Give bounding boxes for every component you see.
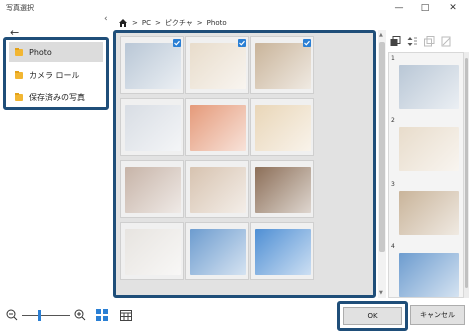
sidebar-item-label: カメラ ロール <box>29 70 80 80</box>
maximize-icon[interactable]: □ <box>412 1 438 15</box>
scroll-up-icon[interactable]: ▲ <box>379 32 383 38</box>
grid-view-icon[interactable] <box>96 309 108 321</box>
thumbnail-cat-lying[interactable] <box>250 160 314 218</box>
folder-sidebar: Photo カメラ ロール 保存済みの写真 <box>3 37 109 110</box>
photo-image <box>255 105 311 151</box>
breadcrumb-separator: > <box>196 19 203 27</box>
preview-thumbnail[interactable] <box>399 191 459 235</box>
breadcrumb-pictures[interactable]: ピクチャ <box>165 18 193 28</box>
sort-icon[interactable] <box>407 36 418 47</box>
deselect-icon[interactable] <box>424 36 435 47</box>
photo-image <box>255 167 311 213</box>
thumbnail-wedding-group[interactable] <box>120 36 184 94</box>
grid-scrollbar[interactable]: ▲ ▼ <box>378 30 386 298</box>
folder-icon <box>15 71 23 79</box>
photo-image <box>190 167 246 213</box>
preview-number: 2 <box>391 117 395 124</box>
thumbnail-child-drawing[interactable] <box>120 222 184 280</box>
thumbnail-wedding-couple[interactable] <box>250 36 314 94</box>
breadcrumb-photo[interactable]: Photo <box>207 19 227 27</box>
scrollbar-thumb[interactable] <box>465 58 468 288</box>
photo-image <box>125 43 181 89</box>
preview-thumbnail[interactable] <box>399 65 459 109</box>
close-icon[interactable]: ✕ <box>440 1 466 15</box>
sidebar-item-photo[interactable]: Photo <box>9 42 103 62</box>
sidebar-item-label: Photo <box>29 47 52 57</box>
photo-image <box>190 105 246 151</box>
photo-image <box>190 229 246 275</box>
breadcrumb-pc[interactable]: PC <box>142 19 151 27</box>
zoom-in-icon[interactable] <box>74 309 86 321</box>
folder-icon <box>15 93 23 101</box>
ok-button-frame: OK <box>337 301 408 331</box>
zoom-out-icon[interactable] <box>6 309 18 321</box>
photo-image <box>125 105 181 151</box>
preview-toolbar <box>390 36 452 50</box>
window-title: 写真選択 <box>6 4 34 12</box>
scroll-down-icon[interactable]: ▼ <box>379 290 383 296</box>
photo-image <box>255 229 311 275</box>
thumbnail-child-smiling[interactable] <box>185 98 249 156</box>
thumbnail-child-with-flower[interactable] <box>250 98 314 156</box>
thumbnail-kids-smiling[interactable] <box>185 160 249 218</box>
photo-image <box>255 43 311 89</box>
select-all-icon[interactable] <box>390 36 401 47</box>
breadcrumb-separator: > <box>132 19 138 27</box>
sidebar-item-saved-photos[interactable]: 保存済みの写真 <box>9 87 103 107</box>
clear-icon[interactable] <box>441 36 452 47</box>
breadcrumb-separator: > <box>154 19 161 27</box>
calendar-view-icon[interactable] <box>120 309 132 321</box>
photo-image <box>125 167 181 213</box>
sidebar-item-camera-roll[interactable]: カメラ ロール <box>9 65 103 85</box>
checkbox-checked-icon[interactable] <box>303 39 311 47</box>
folder-icon <box>15 48 23 56</box>
zoom-slider-track[interactable] <box>22 315 70 316</box>
preview-thumbnail[interactable] <box>399 253 459 297</box>
preview-number: 1 <box>391 55 395 62</box>
sidebar-item-label: 保存済みの写真 <box>29 92 85 102</box>
checkbox-checked-icon[interactable] <box>173 39 181 47</box>
home-icon[interactable] <box>118 18 128 28</box>
thumbnail-bride-and-groom[interactable] <box>185 36 249 94</box>
preview-thumbnail[interactable] <box>399 127 459 171</box>
breadcrumb: > PC > ピクチャ > Photo <box>118 17 227 29</box>
checkbox-checked-icon[interactable] <box>238 39 246 47</box>
preview-scrollbar[interactable] <box>464 52 469 298</box>
preview-number: 3 <box>391 181 395 188</box>
photo-image <box>190 43 246 89</box>
thumbnail-grid <box>113 30 376 298</box>
scrollbar-thumb[interactable] <box>379 42 385 252</box>
thumbnail-wedding-walk[interactable] <box>120 98 184 156</box>
thumbnail-dog-on-grass[interactable] <box>185 222 249 280</box>
thumbnail-sunflowers[interactable] <box>250 222 314 280</box>
selected-preview-list: 1 2 3 4 <box>388 52 464 298</box>
cancel-button[interactable]: キャンセル <box>410 305 465 325</box>
collapse-chevron-icon[interactable]: ‹ <box>104 14 108 24</box>
photo-image <box>125 229 181 275</box>
thumbnail-kids-playing[interactable] <box>120 160 184 218</box>
zoom-slider-handle[interactable] <box>38 310 41 321</box>
ok-button[interactable]: OK <box>343 307 402 325</box>
minimize-icon[interactable]: — <box>386 1 412 15</box>
preview-number: 4 <box>391 243 395 250</box>
title-bar: 写真選択 — □ ✕ <box>0 0 470 16</box>
